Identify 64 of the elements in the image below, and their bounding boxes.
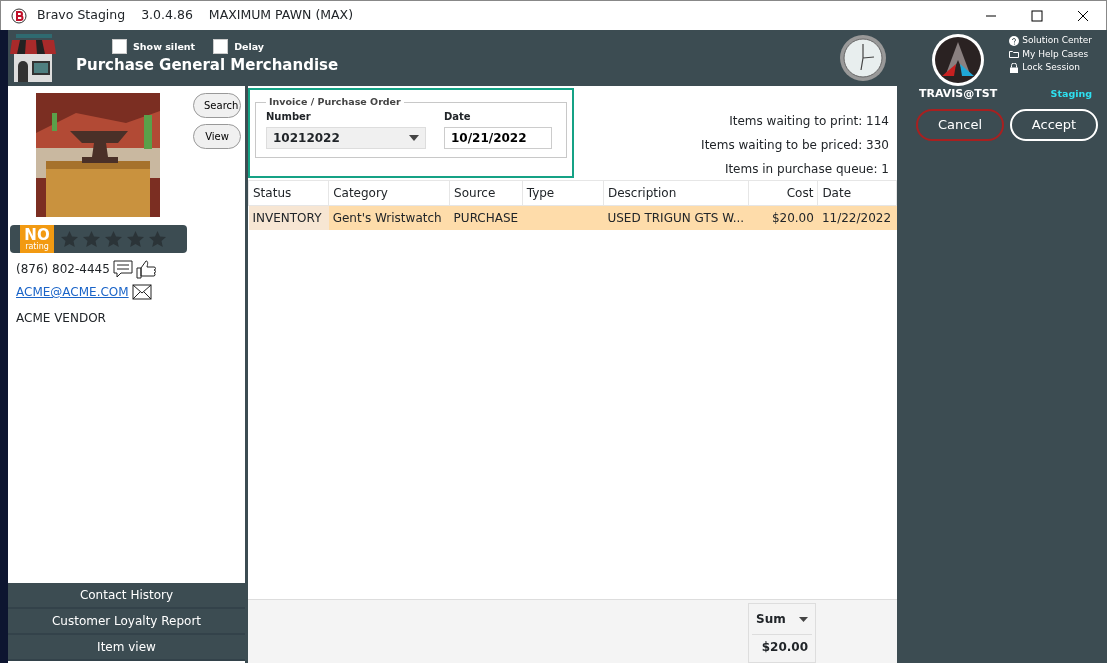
table-cell: INVENTORY — [248, 205, 329, 230]
column-header[interactable]: Source — [449, 180, 523, 206]
table-cell: Gent's Wristwatch — [328, 205, 450, 230]
envelope-icon — [131, 284, 152, 300]
clock-icon — [839, 34, 887, 82]
invoice-group: Invoice / Purchase Order Number 10212022 Date 10/21/2022 — [255, 95, 567, 159]
number-dropdown[interactable]: 10212022 — [266, 127, 426, 150]
star-icon — [104, 230, 123, 248]
cancel-button[interactable]: Cancel — [916, 108, 1004, 141]
caret-icon — [799, 616, 808, 622]
app-logo-icon — [11, 7, 27, 24]
rating-badge: NO rating — [20, 225, 54, 253]
column-header[interactable]: Status — [248, 180, 329, 206]
view-button[interactable]: View — [193, 124, 241, 149]
storefront-icon — [8, 32, 58, 84]
page-title: Purchase General Merchandise — [76, 55, 339, 77]
version-label: 3.0.4.86 — [141, 6, 193, 25]
side-button[interactable]: Customer Loyalty Report — [8, 609, 245, 635]
checkbox[interactable] — [112, 39, 127, 55]
caret-icon — [409, 135, 419, 142]
app-name: Bravo Staging — [37, 6, 126, 25]
star-icon — [60, 230, 79, 248]
queue-count: Items waiting to be priced: 330 — [701, 137, 889, 154]
checkbox-label: Delay — [234, 39, 265, 54]
column-header[interactable]: Cost — [748, 180, 818, 206]
side-button[interactable]: Contact History — [8, 583, 245, 609]
close-icon — [1077, 9, 1089, 22]
summary-dropdown[interactable]: Sum — [752, 607, 812, 631]
summary-value: $20.00 — [752, 634, 812, 658]
side-button[interactable]: Item view — [8, 635, 245, 661]
date-field[interactable]: 10/21/2022 — [444, 127, 552, 150]
message-icon — [112, 260, 133, 278]
lock-icon — [1009, 62, 1020, 73]
column-header[interactable]: Type — [522, 180, 604, 206]
email-link[interactable]: ACME@ACME.COM — [16, 283, 129, 301]
column-header[interactable]: Description — [603, 180, 749, 206]
queue-count: Items in purchase queue: 1 — [723, 161, 889, 178]
maximize-icon — [1031, 9, 1043, 22]
help-link[interactable]: Lock Session — [1009, 61, 1093, 75]
table-row[interactable]: INVENTORY Gent's Wristwatch PURCHASE USED TRIGUN GTS W... $20.00 11/22/2022 — [248, 205, 897, 230]
table-cell: USED TRIGUN GTS W... — [603, 205, 749, 230]
column-header[interactable]: Category — [328, 180, 450, 206]
help-icon — [1009, 35, 1020, 46]
queue-count: Items waiting to print: 114 — [728, 113, 889, 130]
accept-button[interactable]: Accept — [1010, 108, 1098, 141]
table-cell: $20.00 — [748, 205, 818, 230]
help-link[interactable]: My Help Cases — [1009, 47, 1093, 61]
folder-icon — [1009, 49, 1020, 60]
checkbox-label: Show silent — [133, 39, 196, 54]
environment-label: Staging — [1050, 86, 1093, 101]
star-icon — [148, 230, 167, 248]
checkbox[interactable] — [213, 39, 229, 55]
store-name: MAXIMUM PAWN (MAX) — [208, 6, 354, 25]
star-icon — [126, 230, 145, 248]
search-button[interactable]: Search — [193, 93, 241, 118]
star-icon — [82, 230, 101, 248]
field-label: Date — [444, 110, 472, 125]
field-label: Number — [266, 110, 312, 125]
phone-number: (876) 802-4445 — [16, 261, 110, 278]
thumbs-up-icon — [135, 259, 156, 279]
help-link[interactable]: Solution Center — [1009, 34, 1093, 48]
column-header[interactable]: Date — [817, 180, 897, 206]
vendor-name: ACME VENDOR — [16, 310, 107, 327]
user-name: TRAVIS@TST — [919, 86, 998, 102]
